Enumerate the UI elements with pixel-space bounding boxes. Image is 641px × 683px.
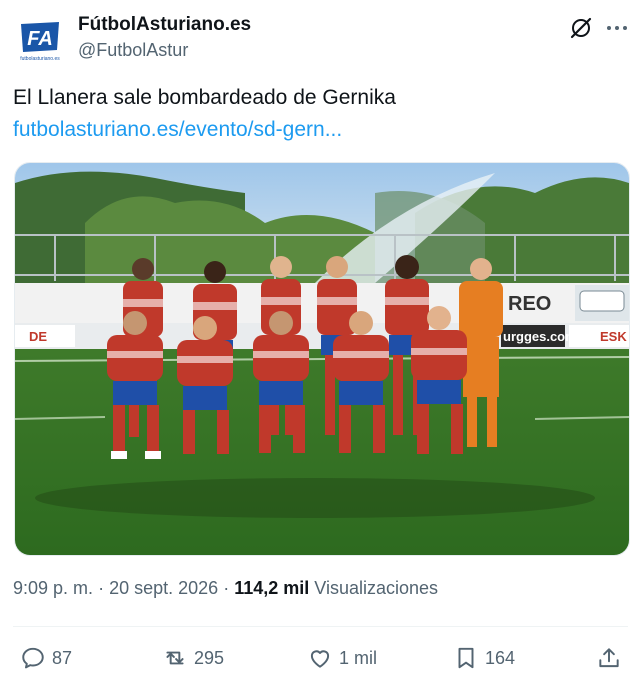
grok-icon[interactable] <box>569 16 593 40</box>
post-meta: 9:09 p. m. · 20 sept. 2026 · 114,2 mil V… <box>13 578 438 599</box>
repost-button[interactable]: 295 <box>162 644 224 672</box>
banner-text-2: urgges.com <box>503 329 577 344</box>
repost-icon <box>166 651 184 665</box>
meta-separator: · <box>223 578 230 598</box>
bookmark-count: 164 <box>485 647 516 668</box>
like-count: 1 mil <box>339 647 378 668</box>
reply-icon <box>22 647 44 669</box>
user-handle[interactable]: @FutbolAstur <box>78 40 188 61</box>
banner-text-3: ESK <box>600 329 627 344</box>
avatar[interactable]: FA futbolasturiano.es <box>13 14 67 68</box>
more-options-icon[interactable] <box>604 16 630 40</box>
like-button[interactable]: 1 mil <box>307 644 377 672</box>
avatar-logo-subtext: futbolasturiano.es <box>20 56 60 62</box>
fa-logo-icon: FA futbolasturiano.es <box>20 22 60 62</box>
reply-button[interactable]: 87 <box>20 644 72 672</box>
display-name[interactable]: FútbolAsturiano.es <box>78 14 251 36</box>
views-label: Visualizaciones <box>314 578 439 598</box>
post-time[interactable]: 9:09 p. m. <box>13 578 93 598</box>
meta-separator: · <box>98 578 105 598</box>
repost-count: 295 <box>194 647 225 668</box>
bookmark-icon <box>458 647 474 669</box>
share-icon <box>599 648 619 668</box>
post-date[interactable]: 20 sept. 2026 <box>109 578 218 598</box>
post-text: El Llanera sale bombardeado de Gernika <box>13 86 396 109</box>
divider <box>13 626 628 627</box>
post-link[interactable]: futbolasturiano.es/evento/sd-gern... <box>13 118 342 142</box>
post-photo[interactable]: REO urgges.com ESK DE <box>14 162 630 556</box>
banner-text-1: REO <box>508 293 551 315</box>
avatar-logo-text: FA <box>27 28 53 50</box>
share-button[interactable] <box>596 644 622 672</box>
views-count: 114,2 mil <box>234 578 310 598</box>
bookmark-button[interactable]: 164 <box>453 644 515 672</box>
banner-text-4: DE <box>29 329 47 344</box>
team-photo-image: REO urgges.com ESK DE <box>15 163 629 555</box>
reply-count: 87 <box>52 647 73 668</box>
heart-icon <box>310 650 330 668</box>
